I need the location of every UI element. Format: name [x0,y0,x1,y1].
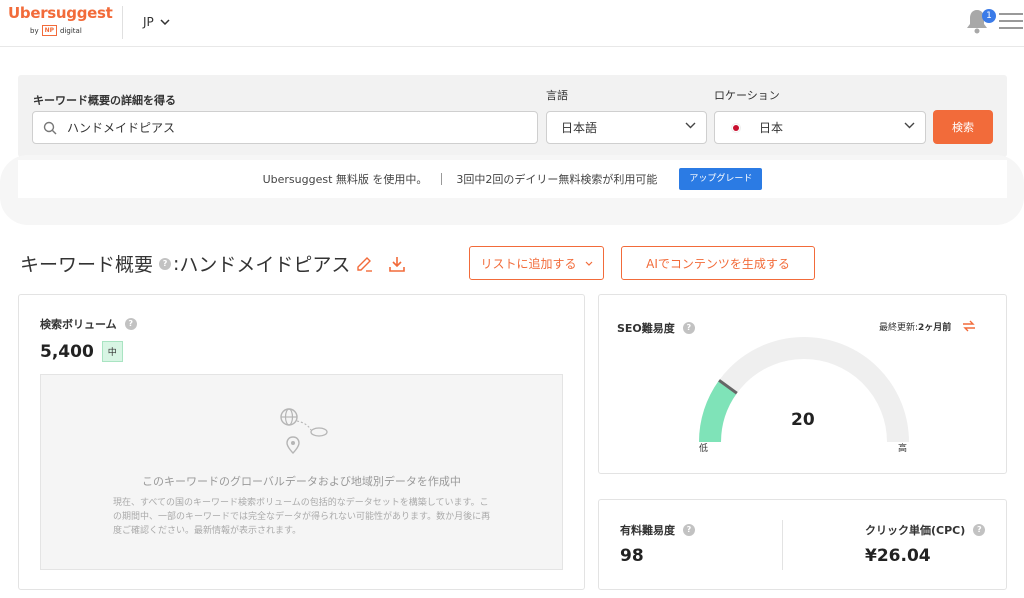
cpc-title: クリック単価(CPC) [865,524,966,537]
placeholder-title: このキーワードのグローバルデータおよび地域別データを作成中 [142,475,461,488]
help-icon[interactable]: ? [973,524,986,536]
gauge-fill [699,380,738,443]
logo-digital-text: digital [60,26,82,35]
seo-difficulty-gauge [699,337,909,443]
country-selector[interactable]: JP [143,15,170,29]
chevron-down-icon [585,261,592,266]
page-title: キーワード概要 [20,254,154,276]
keyword-input[interactable] [67,120,507,135]
plan-status-text: Ubersuggest 無料版 を使用中。 [262,173,428,186]
ai-generate-content-button[interactable]: AIでコンテンツを生成する [621,246,815,280]
search-icon [43,121,57,134]
card-divider [782,520,783,570]
free-plan-bar: Ubersuggest 無料版 を使用中。 3回中2回のデイリー無料検索が利用可… [18,160,1007,198]
seo-difficulty-card: SEO難易度 ? 最終更新: 2ヶ月前 20 低 高 [598,294,1007,474]
edit-icon[interactable] [356,255,374,273]
location-select[interactable]: 日本 [714,111,926,144]
download-icon[interactable] [388,255,406,273]
gauge-low-label: 低 [699,444,709,454]
np-logo-box: NP [41,25,58,36]
notification-count-badge: 1 [982,9,996,23]
global-data-placeholder: このキーワードのグローバルデータおよび地域別データを作成中 現在、すべての国のキ… [40,374,563,570]
keyword-search-panel: キーワード概要の詳細を得る 言語 ロケーション 日本語 日本 検索 [18,75,1007,157]
keyword-overview-title-row: キーワード概要 ? : ハンドメイドピアス [20,250,406,277]
plan-bar-separator [441,173,443,185]
paid-difficulty-value: 98 [620,546,644,566]
help-icon[interactable]: ? [124,318,137,330]
ubersuggest-logo[interactable]: Ubersuggest by NP digital [8,4,113,36]
upgrade-button[interactable]: アップグレード [679,168,763,190]
logo-byline: by NP digital [30,25,113,36]
japan-flag-icon [731,122,741,133]
hamburger-menu-icon[interactable] [999,13,1023,33]
country-code: JP [143,15,154,29]
page-title-keyword: ハンドメイドピアス [179,254,351,276]
top-navigation-bar: Ubersuggest by NP digital JP 1 [0,0,1024,47]
chevron-down-icon [685,122,696,129]
keyword-input-wrapper [32,111,538,144]
language-selected-value: 日本語 [561,121,598,135]
placeholder-description: 現在、すべての国のキーワード検索ボリュームの包括的なデータセットを構築しています… [113,498,491,536]
logo-wordmark: Ubersuggest [8,4,113,22]
global-location-icon [280,408,328,454]
help-icon[interactable]: ? [683,524,695,536]
search-volume-value: 5,400 [40,341,94,362]
gauge-high-label: 高 [898,444,908,454]
help-icon[interactable]: ? [159,257,172,270]
language-label: 言語 [546,89,568,102]
last-updated-value: 2ヶ月前 [918,322,952,333]
volume-level-badge: 中 [101,341,123,362]
keyword-input-label: キーワード概要の詳細を得る [33,94,176,107]
paid-difficulty-cpc-card: 有料難易度 ? 98 クリック単価(CPC) ? ¥26.04 [598,499,1007,590]
language-select[interactable]: 日本語 [546,111,707,144]
chevron-down-icon [904,122,915,129]
refresh-icon[interactable] [961,319,977,333]
location-selected-value: 日本 [759,121,784,135]
cpc-value: ¥26.04 [865,546,931,566]
help-icon[interactable]: ? [682,322,695,334]
location-label: ロケーション [714,89,780,102]
seo-difficulty-score: 20 [791,410,815,430]
paid-difficulty-title: 有料難易度 [620,524,675,537]
search-button[interactable]: 検索 [933,110,993,144]
search-volume-card: 検索ボリューム ? 5,400 中 このキーワードのグローバルデータおよび地域別… [18,294,585,590]
logo-by-text: by [30,26,39,35]
header-divider [122,6,123,39]
add-to-list-button[interactable]: リストに追加する [469,246,604,280]
search-quota-text: 3回中2回のデイリー無料検索が利用可能 [456,173,658,186]
last-updated-label: 最終更新: [879,322,919,333]
chevron-down-icon [160,19,170,25]
search-volume-title: 検索ボリューム [40,318,117,331]
add-to-list-label: リストに追加する [480,256,577,271]
seo-difficulty-title: SEO難易度 [617,322,675,335]
